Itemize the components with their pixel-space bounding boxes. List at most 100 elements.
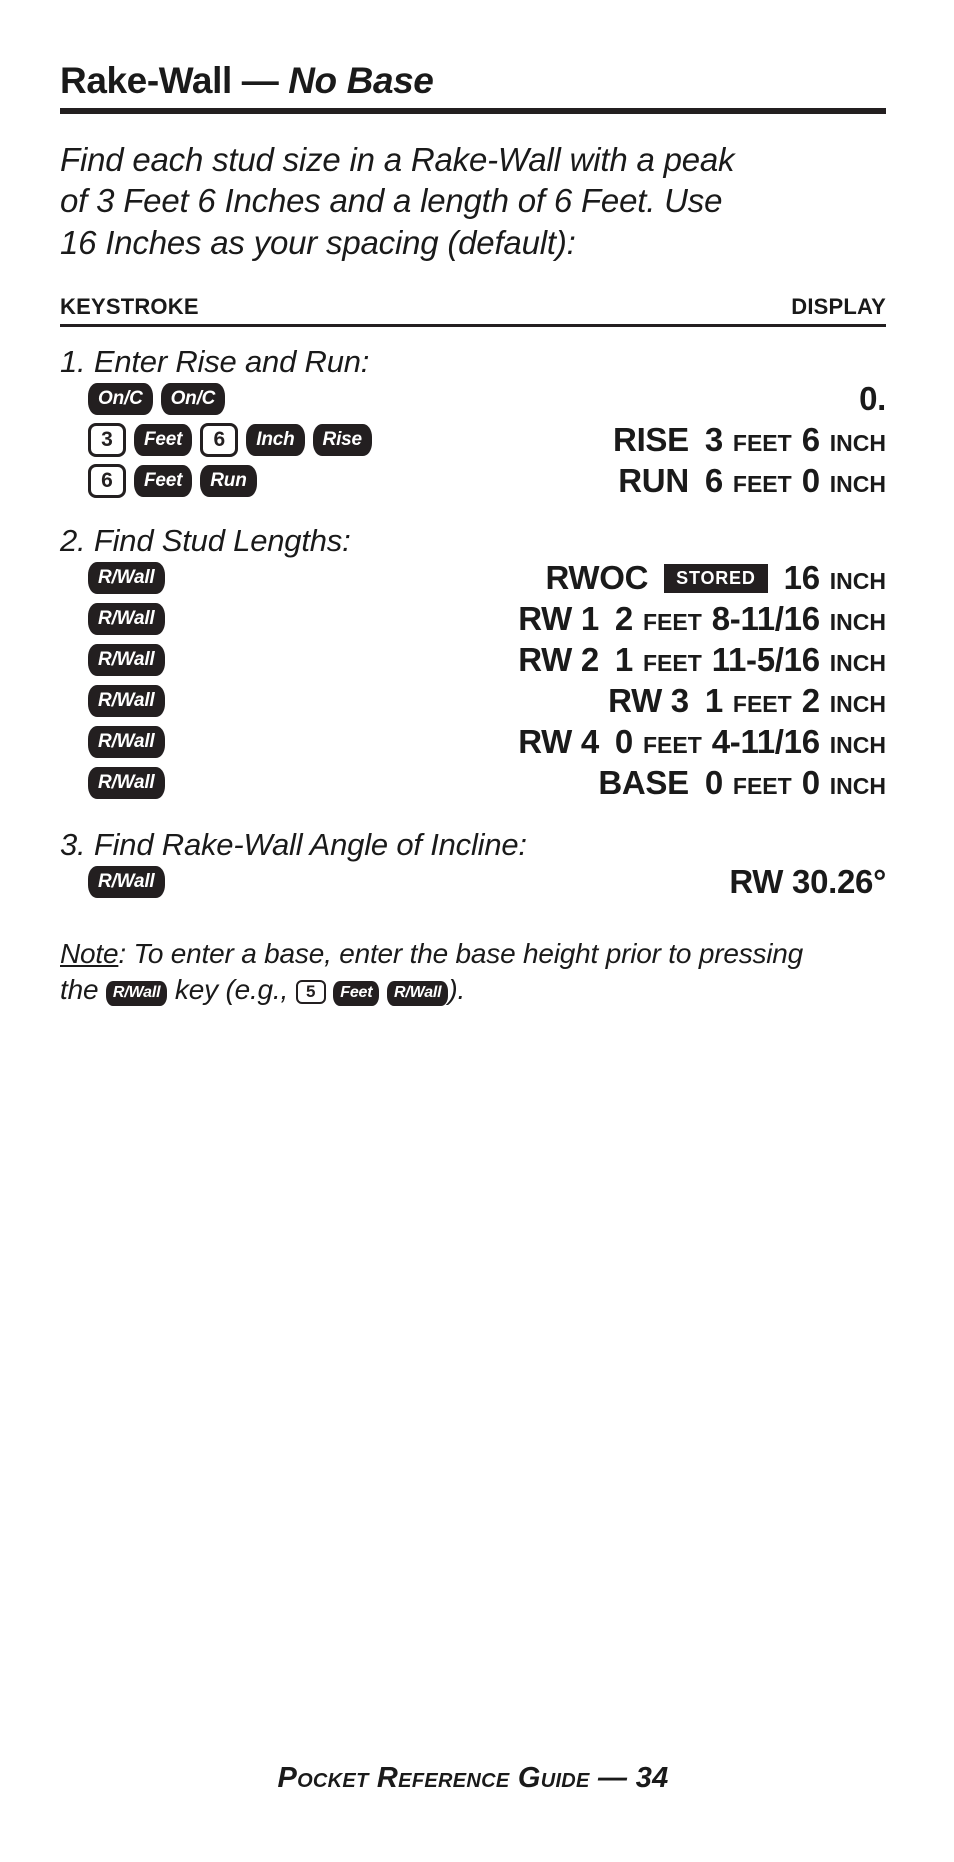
key-rwall[interactable]: R/Wall <box>88 767 165 800</box>
step-1-heading: 1. Enter Rise and Run: <box>60 343 370 379</box>
step-3-heading: 3. Find Rake-Wall Angle of Incline: <box>60 826 527 862</box>
display-readout: RUN 6 FEET 0 INCH <box>257 462 886 500</box>
key-digit-6[interactable]: 6 <box>200 423 239 458</box>
key-run[interactable]: Run <box>200 465 257 498</box>
display-label: RW 3 <box>608 682 689 720</box>
key-onc[interactable]: On/C <box>160 383 226 416</box>
keystroke-row-run: 6 Feet Run RUN 6 FEET 0 INCH <box>60 461 886 502</box>
keystroke-keys: R/Wall <box>60 866 165 899</box>
key-inch[interactable]: Inch <box>246 424 305 457</box>
key-digit-6[interactable]: 6 <box>88 464 126 499</box>
keystroke-row-rw2: R/Wall RW 2 1 FEET 11-5/16 INCH <box>60 640 886 681</box>
keystroke-row-rise: 3 Feet 6 Inch Rise RISE 3 FEET 6 INCH <box>60 420 886 461</box>
display-readout: RW 3 1 FEET 2 INCH <box>165 682 886 720</box>
page-number: 34 <box>635 1762 669 1794</box>
display-label: RW 4 <box>518 723 599 761</box>
key-feet[interactable]: Feet <box>134 424 193 457</box>
keystroke-keys: 6 Feet Run <box>60 464 257 499</box>
display-feet-unit: FEET <box>642 650 702 677</box>
display-value: 16 <box>783 559 820 597</box>
keystroke-keys: R/Wall <box>60 644 165 677</box>
page-title: Rake-Wall — No Base <box>60 60 886 101</box>
display-feet-unit: FEET <box>732 430 792 457</box>
key-rwall[interactable]: R/Wall <box>88 603 165 636</box>
display-readout: 0. <box>225 380 886 418</box>
keystroke-keys: R/Wall <box>60 603 165 636</box>
display-column-header: DISPLAY <box>791 293 886 319</box>
display-readout: RW 30.26° <box>165 863 886 901</box>
keystroke-row-rw3: R/Wall RW 3 1 FEET 2 INCH <box>60 681 886 722</box>
key-rwall[interactable]: R/Wall <box>88 726 165 759</box>
display-feet-value: 2 <box>614 600 633 638</box>
key-rise[interactable]: Rise <box>312 424 372 457</box>
display-feet-unit: FEET <box>642 609 702 636</box>
display-readout: RWOC STORED 16 INCH <box>165 559 886 597</box>
display-feet-value: 3 <box>704 421 723 459</box>
keystroke-keys: R/Wall <box>60 562 165 595</box>
display-label: RW 1 <box>518 600 599 638</box>
keystroke-row-rw1: R/Wall RW 1 2 FEET 8-11/16 INCH <box>60 599 886 640</box>
display-readout: RW 4 0 FEET 4-11/16 INCH <box>165 723 886 761</box>
keystroke-keys: R/Wall <box>60 726 165 759</box>
display-label: RWOC <box>545 559 649 597</box>
keystroke-keys: On/C On/C <box>60 383 226 416</box>
page-title-emphasis: No Base <box>288 60 434 101</box>
keystroke-row-rw4: R/Wall RW 4 0 FEET 4-11/16 INCH <box>60 722 886 763</box>
display-inch-unit: INCH <box>829 650 886 677</box>
display-readout: RW 2 1 FEET 11-5/16 INCH <box>165 641 886 679</box>
display-feet-unit: FEET <box>732 471 792 498</box>
display-inch-unit: INCH <box>829 773 886 800</box>
display-value: 0. <box>859 380 886 418</box>
keystroke-row-base: R/Wall BASE 0 FEET 0 INCH <box>60 763 886 804</box>
column-header-row: KEYSTROKE DISPLAY <box>60 294 886 320</box>
display-readout: RISE 3 FEET 6 INCH <box>372 421 886 459</box>
display-angle-value: RW 30.26° <box>729 863 886 901</box>
display-inch-value: 2 <box>801 682 820 720</box>
display-inch-value: 0 <box>801 462 820 500</box>
keystroke-row-angle: R/Wall RW 30.26° <box>60 862 886 903</box>
key-rwall[interactable]: R/Wall <box>105 981 168 1007</box>
note-text-part2: key (e.g., <box>174 974 289 1006</box>
display-inch-value: 6 <box>801 421 820 459</box>
keystroke-row-rwoc: R/Wall RWOC STORED 16 INCH <box>60 558 886 599</box>
display-inch-unit: INCH <box>829 691 886 718</box>
display-inch-value: 8-11/16 <box>711 600 820 638</box>
step-2-heading: 2. Find Stud Lengths: <box>60 522 351 558</box>
key-digit-3[interactable]: 3 <box>88 423 126 458</box>
keystroke-keys: 3 Feet 6 Inch Rise <box>60 423 372 458</box>
display-inch-unit: INCH <box>829 609 886 636</box>
keystroke-keys: R/Wall <box>60 685 165 718</box>
column-header-divider <box>60 323 886 327</box>
display-feet-unit: FEET <box>732 773 792 800</box>
display-inch-value: 11-5/16 <box>711 641 820 679</box>
display-feet-unit: FEET <box>642 732 702 759</box>
display-label: BASE <box>598 764 689 802</box>
display-readout: RW 1 2 FEET 8-11/16 INCH <box>165 600 886 638</box>
display-inch-value: 4-11/16 <box>711 723 820 761</box>
display-feet-value: 0 <box>614 723 633 761</box>
key-rwall[interactable]: R/Wall <box>386 981 449 1007</box>
display-feet-value: 1 <box>704 682 723 720</box>
display-inch-unit: INCH <box>829 732 886 759</box>
footer-title: Pocket Reference Guide — <box>277 1762 636 1794</box>
key-rwall[interactable]: R/Wall <box>88 866 165 899</box>
display-inch-unit: INCH <box>829 430 886 457</box>
key-rwall[interactable]: R/Wall <box>88 685 165 718</box>
key-digit-5[interactable]: 5 <box>295 980 326 1005</box>
key-rwall[interactable]: R/Wall <box>88 644 165 677</box>
key-feet[interactable]: Feet <box>333 981 380 1007</box>
display-label: RUN <box>618 462 689 500</box>
keystroke-column-header: KEYSTROKE <box>60 293 199 319</box>
key-rwall[interactable]: R/Wall <box>88 562 165 595</box>
display-feet-value: 0 <box>704 764 723 802</box>
key-onc[interactable]: On/C <box>88 383 153 416</box>
key-feet[interactable]: Feet <box>134 465 193 498</box>
intro-paragraph: Find each stud size in a Rake-Wall with … <box>60 140 735 261</box>
title-block: Rake-Wall — No Base <box>60 0 886 114</box>
display-feet-value: 6 <box>704 462 723 500</box>
display-inch-unit: INCH <box>829 568 886 595</box>
page-title-main: Rake-Wall — <box>60 60 279 101</box>
note-label: Note <box>60 937 119 969</box>
display-feet-unit: FEET <box>732 691 792 718</box>
status-badge-stored: STORED <box>664 564 768 594</box>
